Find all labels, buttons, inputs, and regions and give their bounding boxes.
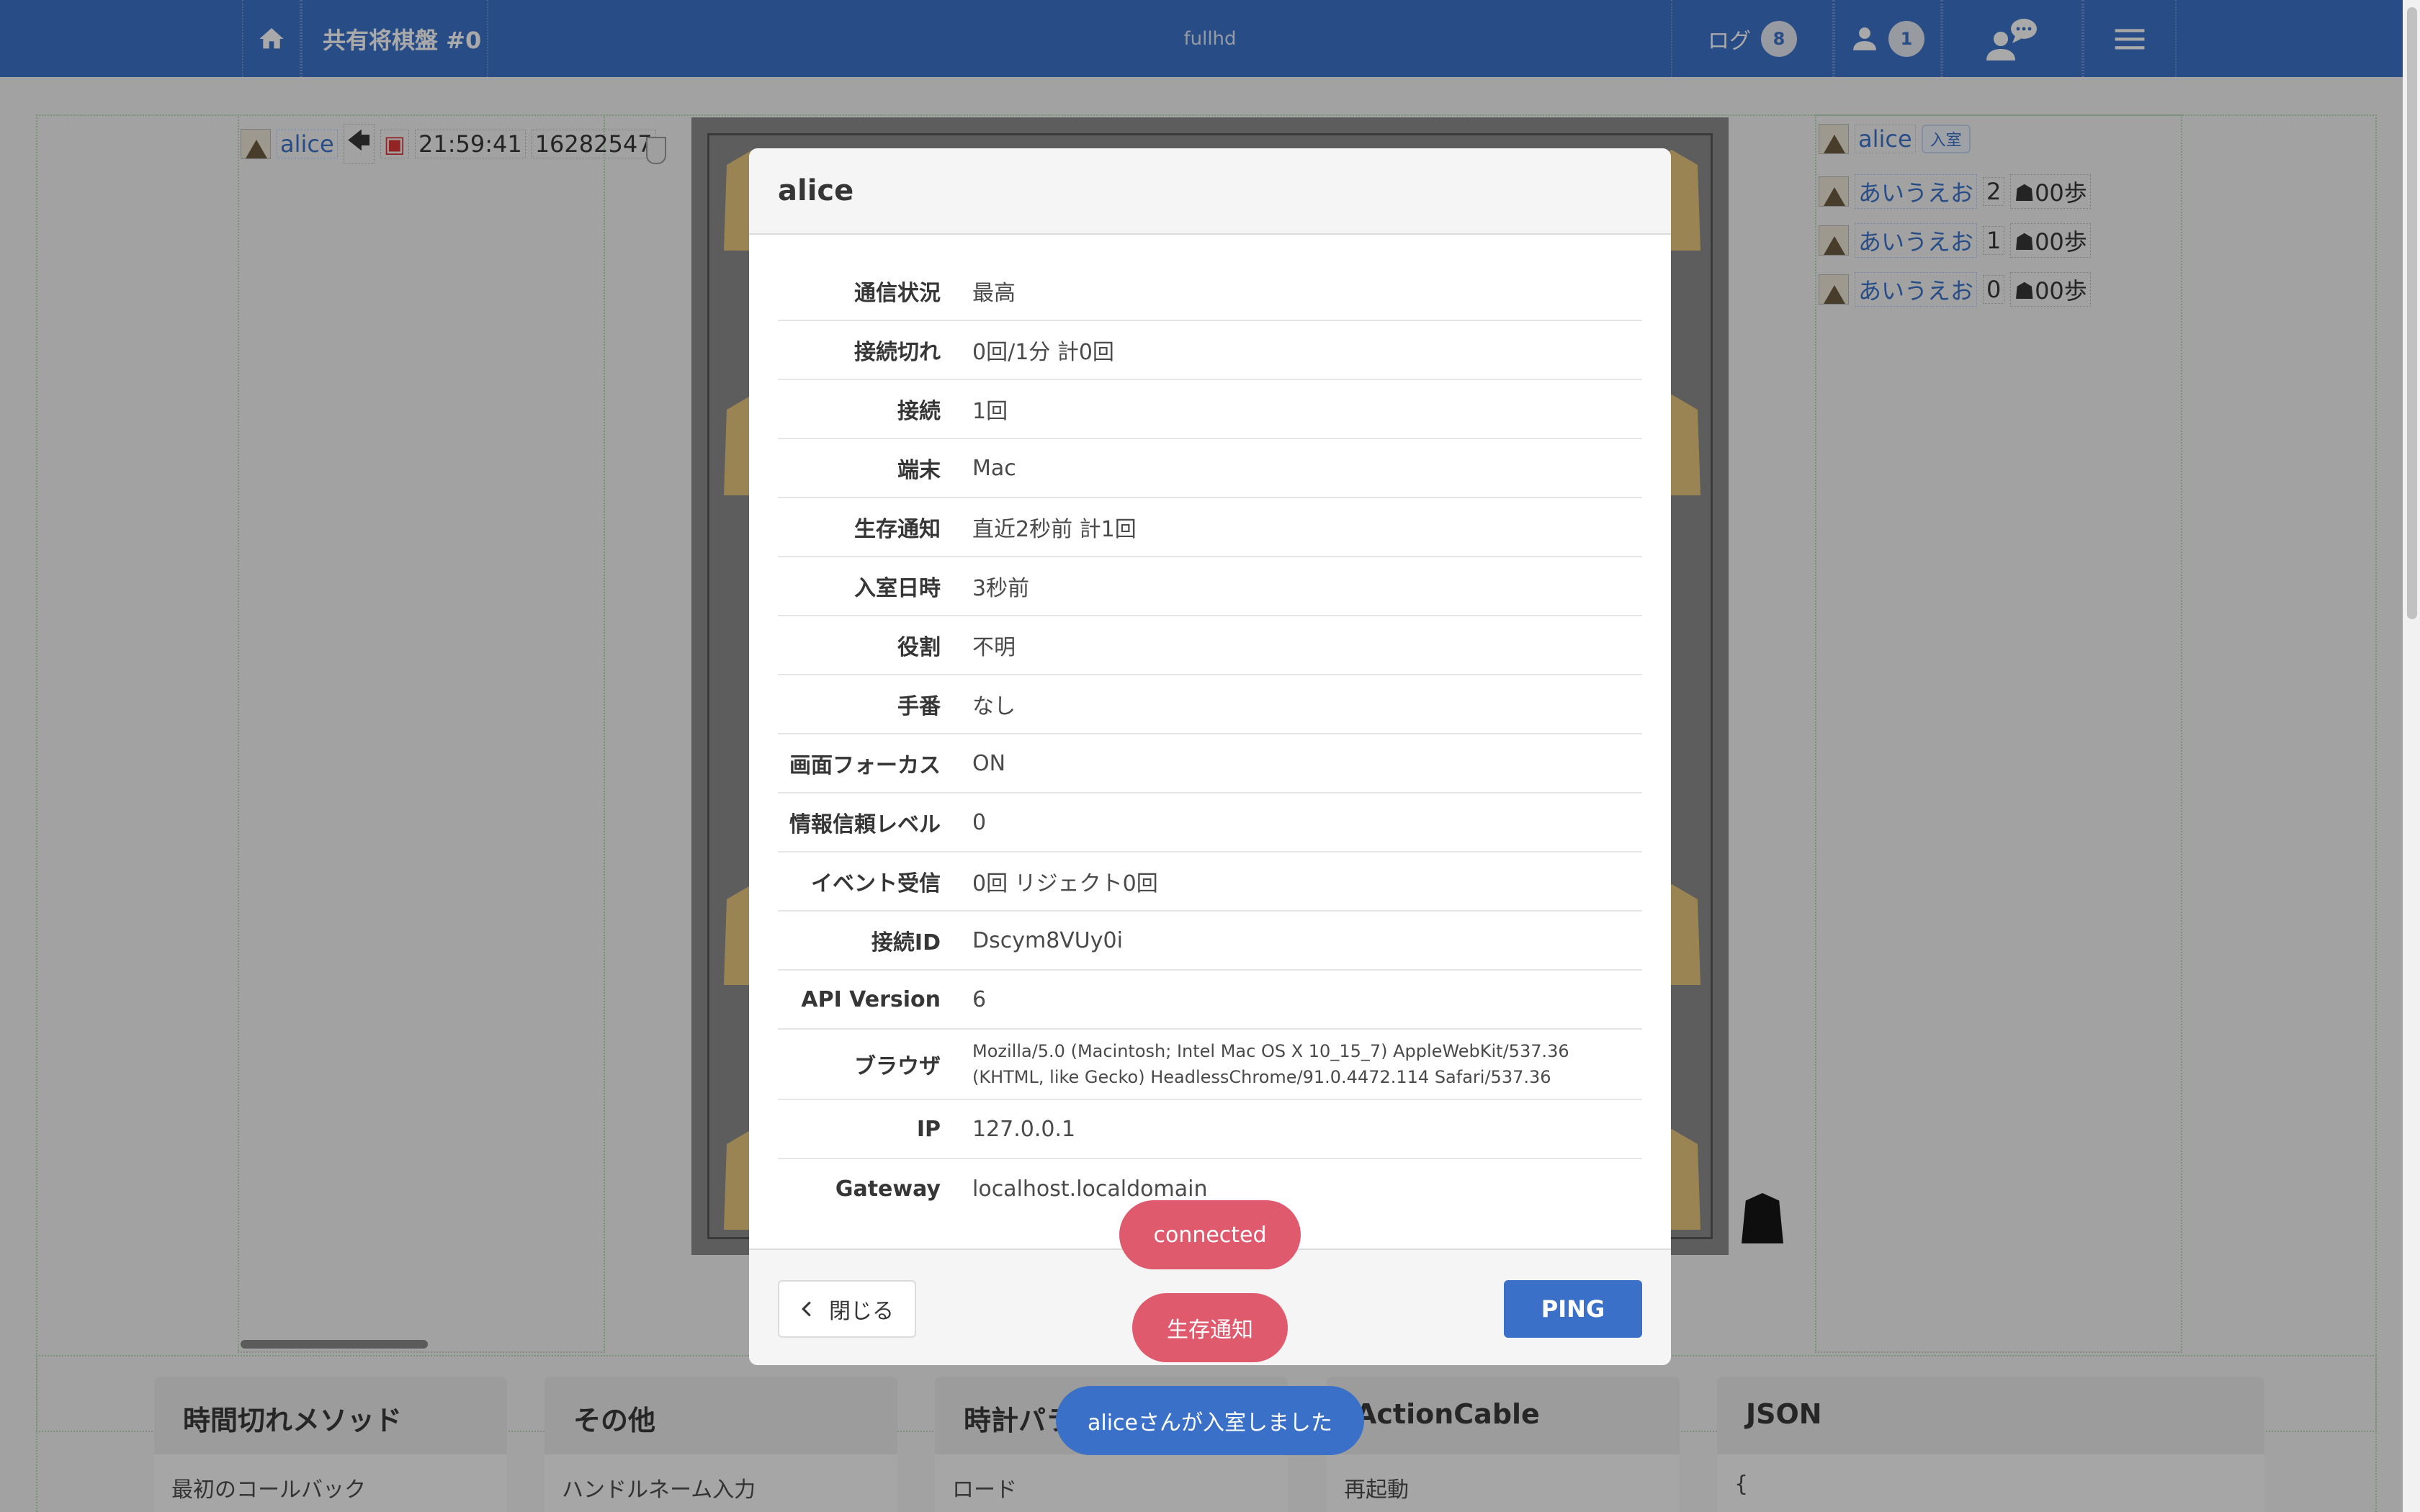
close-label: 閉じる [829,1299,894,1324]
info-row: 生存通知 直近2秒前 計1回 [778,498,1642,557]
info-key: 入室日時 [854,576,941,601]
info-key: IP [916,1116,941,1142]
info-row: API Version 6 [778,971,1642,1030]
info-value: 0回/1分 計0回 [972,340,1114,365]
info-value: ON [972,750,1006,776]
toast-alive: 生存通知 [1132,1293,1288,1362]
info-key: 通信状況 [854,281,941,306]
info-row: ブラウザ Mozilla/5.0 (Macintosh; Intel Mac OS… [778,1030,1642,1100]
info-value: Dscym8VUy0i [972,927,1123,953]
info-value: Mac [972,455,1016,481]
info-key: 情報信頼レベル [789,812,941,837]
info-row: 接続 1回 [778,380,1642,439]
ping-button[interactable]: PING [1504,1280,1642,1338]
info-row: IP 127.0.0.1 [778,1100,1642,1159]
info-value: 0 [972,809,987,835]
info-row: 画面フォーカス ON [778,734,1642,793]
info-row: 役割 不明 [778,616,1642,675]
info-row: 情報信頼レベル 0 [778,793,1642,852]
info-row: イベント受信 0回 リジェクト0回 [778,852,1642,912]
info-key: 手番 [897,694,941,719]
info-row: 手番 なし [778,675,1642,734]
info-key: 接続ID [871,930,941,955]
info-value: 127.0.0.1 [972,1116,1076,1142]
info-value: なし [972,694,1016,719]
info-value: 不明 [972,635,1016,660]
member-info-modal: alice 通信状況 最高 接続切れ 0回/1分 計0回 接続 1回 端末 Mac 生存… [749,148,1671,1365]
info-key: ブラウザ [854,1054,941,1079]
info-row: 入室日時 3秒前 [778,557,1642,616]
vertical-scrollbar[interactable] [2403,0,2420,1512]
info-key: 役割 [897,635,941,660]
scrollbar-thumb[interactable] [2407,7,2417,619]
info-table: 通信状況 最高 接続切れ 0回/1分 計0回 接続 1回 端末 Mac 生存通知 直近2秒… [778,262,1642,1218]
info-key: 接続切れ [854,340,941,365]
close-button[interactable]: 閉じる [778,1280,916,1338]
info-row: 端末 Mac [778,439,1642,498]
info-key: 接続 [897,399,941,424]
info-value: 最高 [972,281,1016,306]
chevron-left-icon [802,1301,811,1317]
info-value: 1回 [972,399,1008,424]
info-value: Mozilla/5.0 (Macintosh; Intel Mac OS X 1… [972,1041,1569,1087]
toast-connected: connected [1119,1200,1301,1269]
info-key: イベント受信 [811,871,941,896]
info-key: 画面フォーカス [789,753,941,778]
info-value: 直近2秒前 計1回 [972,517,1137,542]
info-value: localhost.localdomain [972,1176,1208,1202]
info-row: 通信状況 最高 [778,262,1642,321]
toast-joined: aliceさんが入室しました [1056,1386,1364,1455]
info-value: 3秒前 [972,576,1030,601]
modal-title: alice [749,148,1671,235]
info-key: 端末 [897,458,941,483]
info-key: Gateway [835,1176,941,1202]
info-value: 6 [972,986,987,1012]
info-key: 生存通知 [854,517,941,542]
info-value: 0回 リジェクト0回 [972,871,1158,896]
info-row: 接続ID Dscym8VUy0i [778,912,1642,971]
info-key: API Version [801,986,941,1012]
info-row: 接続切れ 0回/1分 計0回 [778,321,1642,380]
